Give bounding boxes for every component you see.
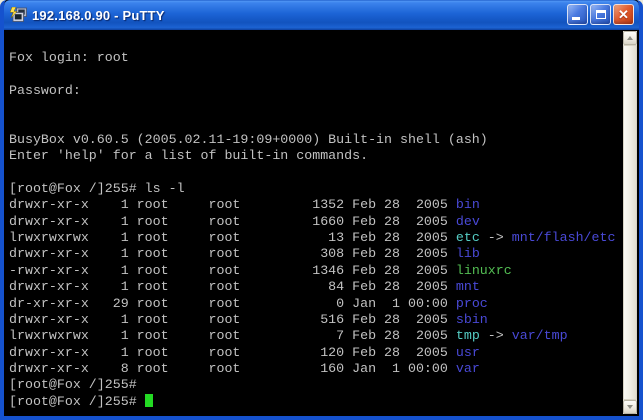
arrow-up-icon bbox=[627, 36, 633, 40]
terminal-line: drwxr-xr-x 8 root root 160 Jan 1 00:00 v… bbox=[9, 361, 619, 377]
scrollbar-thumb[interactable] bbox=[623, 45, 637, 400]
terminal-line: drwxr-xr-x 1 root root 84 Feb 28 2005 mn… bbox=[9, 279, 619, 295]
scrollbar[interactable] bbox=[623, 31, 637, 414]
terminal-screen[interactable]: Fox login: root Password: BusyBox v0.60.5 … bbox=[4, 30, 639, 416]
window-controls: ✕ bbox=[567, 4, 634, 25]
close-button[interactable]: ✕ bbox=[613, 4, 634, 25]
minimize-button[interactable] bbox=[567, 4, 588, 25]
terminal-line bbox=[9, 116, 619, 132]
minimize-icon bbox=[572, 17, 580, 20]
terminal-output: Fox login: root Password: BusyBox v0.60.5 … bbox=[9, 34, 619, 416]
close-icon: ✕ bbox=[618, 8, 629, 21]
terminal-line bbox=[9, 99, 619, 115]
terminal-line: -rwxr-xr-x 1 root root 1346 Feb 28 2005 … bbox=[9, 263, 619, 279]
terminal-line: Enter 'help' for a list of built-in comm… bbox=[9, 148, 619, 164]
scroll-up-button[interactable] bbox=[623, 31, 637, 45]
terminal-cursor bbox=[145, 394, 153, 407]
terminal-line: Fox login: root bbox=[9, 50, 619, 66]
terminal-line bbox=[9, 34, 619, 50]
maximize-icon bbox=[596, 10, 606, 19]
titlebar[interactable]: 192.168.0.90 - PuTTY ✕ bbox=[4, 0, 639, 30]
terminal-line: [root@Fox /]255# ls -l bbox=[9, 181, 619, 197]
terminal-line: lrwxrwxrwx 1 root root 13 Feb 28 2005 et… bbox=[9, 230, 619, 246]
terminal-line: drwxr-xr-x 1 root root 308 Feb 28 2005 l… bbox=[9, 246, 619, 262]
terminal-line bbox=[9, 165, 619, 181]
putty-window: 192.168.0.90 - PuTTY ✕ Fox login: root Pa… bbox=[0, 0, 643, 420]
terminal-line: [root@Fox /]255# bbox=[9, 394, 619, 410]
terminal-line: drwxr-xr-x 1 root root 120 Feb 28 2005 u… bbox=[9, 345, 619, 361]
terminal-line: drwxr-xr-x 1 root root 516 Feb 28 2005 s… bbox=[9, 312, 619, 328]
terminal-line: drwxr-xr-x 1 root root 1660 Feb 28 2005 … bbox=[9, 214, 619, 230]
terminal-line: dr-xr-xr-x 29 root root 0 Jan 1 00:00 pr… bbox=[9, 296, 619, 312]
putty-app-icon[interactable] bbox=[10, 7, 28, 23]
window-title: 192.168.0.90 - PuTTY bbox=[32, 8, 567, 23]
scroll-down-button[interactable] bbox=[623, 400, 637, 414]
terminal-line: lrwxrwxrwx 1 root root 7 Feb 28 2005 tmp… bbox=[9, 328, 619, 344]
terminal-line: drwxr-xr-x 1 root root 1352 Feb 28 2005 … bbox=[9, 197, 619, 213]
maximize-button[interactable] bbox=[590, 4, 611, 25]
terminal-line: Password: bbox=[9, 83, 619, 99]
scrollbar-track[interactable] bbox=[623, 45, 637, 400]
terminal-line bbox=[9, 67, 619, 83]
terminal-line: BusyBox v0.60.5 (2005.02.11-19:09+0000) … bbox=[9, 132, 619, 148]
arrow-down-icon bbox=[627, 405, 633, 409]
terminal-line: [root@Fox /]255# bbox=[9, 377, 619, 393]
